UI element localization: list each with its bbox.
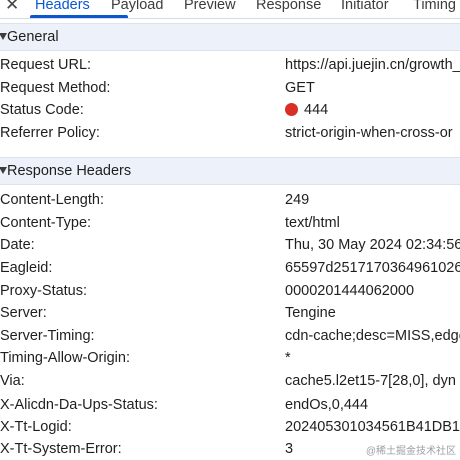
general-row-request-method: Request Method: GET xyxy=(0,77,460,99)
tab-payload[interactable]: Payload xyxy=(111,0,163,14)
header-key: Request Method: xyxy=(0,80,111,96)
header-value: GET xyxy=(285,80,315,96)
header-key: X-Alicdn-Da-Ups-Status: xyxy=(0,397,158,413)
response-row-content-type: Content-Type: text/html xyxy=(0,212,460,234)
header-key: Referrer Policy: xyxy=(0,125,100,141)
header-key: Content-Type: xyxy=(0,215,92,231)
response-row-content-length: Content-Length: 249 xyxy=(0,189,460,211)
header-key: Server-Timing: xyxy=(0,328,95,344)
header-value: 65597d2517170364961026 xyxy=(285,260,460,276)
header-value: cache5.l2et15-7[28,0], dyn xyxy=(285,373,456,389)
general-row-request-url: Request URL: https://api.juejin.cn/growt… xyxy=(0,54,460,76)
close-icon[interactable]: ✕ xyxy=(5,0,19,14)
header-key: X-Tt-Logid: xyxy=(0,419,72,435)
response-headers-section-header[interactable]: Response Headers xyxy=(0,157,460,185)
header-key: Server: xyxy=(0,305,47,321)
active-tab-indicator xyxy=(30,15,128,18)
response-row-server: Server: Tengine xyxy=(0,302,460,324)
header-value: 249 xyxy=(285,192,310,208)
tab-preview[interactable]: Preview xyxy=(184,0,236,14)
response-row-eagleid: Eagleid: 65597d2517170364961026 xyxy=(0,257,460,279)
header-key: Status Code: xyxy=(0,102,84,118)
header-key: Eagleid: xyxy=(0,260,53,276)
header-value: Tengine xyxy=(285,305,336,321)
tab-initiator[interactable]: Initiator xyxy=(341,0,389,14)
header-key: X-Tt-System-Error: xyxy=(0,441,122,457)
header-key: Date: xyxy=(0,237,35,253)
status-code-text: 444 xyxy=(304,102,329,118)
general-row-referrer-policy: Referrer Policy: strict-origin-when-cros… xyxy=(0,122,460,144)
expand-caret-icon[interactable] xyxy=(0,167,7,174)
header-value: strict-origin-when-cross-or xyxy=(285,125,453,141)
response-row-proxy-status: Proxy-Status: 0000201444062000 xyxy=(0,280,460,302)
devtools-tab-bar: ✕ Headers Payload Preview Response Initi… xyxy=(0,0,460,19)
header-value: 3 xyxy=(285,441,294,457)
status-error-icon xyxy=(285,103,298,116)
response-row-x-alicdn-da-ups-status: X-Alicdn-Da-Ups-Status: endOs,0,444 xyxy=(0,394,460,416)
general-section-title: General xyxy=(7,29,59,45)
status-value: 444 xyxy=(285,99,328,121)
response-row-via: Via: cache5.l2et15-7[28,0], dyn xyxy=(0,370,460,392)
header-value: https://api.juejin.cn/growth_ xyxy=(285,57,460,73)
general-section-header[interactable]: General xyxy=(0,23,460,51)
response-headers-section-title: Response Headers xyxy=(7,163,132,179)
header-key: Content-Length: xyxy=(0,192,104,208)
header-value: Thu, 30 May 2024 02:34:56 xyxy=(285,237,460,253)
response-row-timing-allow-origin: Timing-Allow-Origin: * xyxy=(0,347,460,369)
response-row-server-timing: Server-Timing: cdn-cache;desc=MISS,edge xyxy=(0,325,460,347)
header-value: * xyxy=(285,350,291,366)
watermark: @稀土掘金技术社区 xyxy=(365,446,456,457)
tab-timing[interactable]: Timing xyxy=(413,0,456,14)
response-row-x-tt-logid: X-Tt-Logid: 202405301034561B41DB10 xyxy=(0,416,460,438)
header-key: Request URL: xyxy=(0,57,92,73)
header-value: endOs,0,444 xyxy=(285,397,369,413)
header-key: Proxy-Status: xyxy=(0,283,88,299)
tab-headers[interactable]: Headers xyxy=(35,0,90,14)
header-value: 202405301034561B41DB10 xyxy=(285,419,460,435)
header-key: Via: xyxy=(0,373,25,389)
header-key: Timing-Allow-Origin: xyxy=(0,350,130,366)
expand-caret-icon[interactable] xyxy=(0,33,7,40)
tab-response[interactable]: Response xyxy=(256,0,321,14)
response-row-date: Date: Thu, 30 May 2024 02:34:56 xyxy=(0,234,460,256)
general-row-status-code: Status Code: 444 xyxy=(0,99,460,121)
header-value: cdn-cache;desc=MISS,edge xyxy=(285,328,460,344)
header-value: 0000201444062000 xyxy=(285,283,415,299)
header-value: text/html xyxy=(285,215,340,231)
